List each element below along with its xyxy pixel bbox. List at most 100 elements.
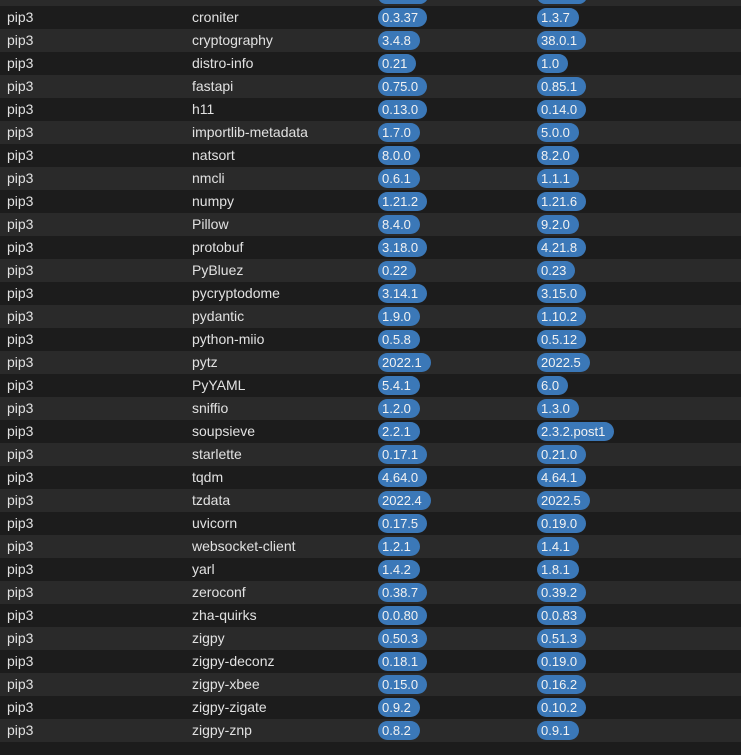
- current-version-badge: 0.38.7: [378, 583, 428, 602]
- current-version-badge: 8.4.0: [378, 215, 420, 234]
- available-version-badge: 1.3.0: [537, 399, 579, 418]
- current-version-badge: 0.15.0: [378, 675, 428, 694]
- package-type: pip3: [7, 515, 34, 531]
- table-row: pip3 Pillow 8.4.0 9.2.0: [0, 213, 741, 236]
- package-name: PyBluez: [192, 262, 244, 278]
- available-version-cell: 0.85.1: [537, 77, 587, 96]
- package-type: pip3: [7, 354, 34, 370]
- available-version-badge: 1.1.1: [537, 169, 579, 188]
- table-row: pip3 PyYAML 5.4.1 6.0: [0, 374, 741, 397]
- available-version-badge: 1.4.1: [537, 537, 579, 556]
- available-version-badge: 2.3.2.post1: [537, 422, 615, 441]
- available-version-badge: 8.2.0: [537, 146, 579, 165]
- current-version-badge: 1.4.2: [378, 560, 420, 579]
- available-version-cell: 1.1.1: [537, 169, 579, 188]
- table-row: pip3 pytz 2022.1 2022.5: [0, 351, 741, 374]
- package-type: pip3: [7, 653, 34, 669]
- available-version-cell: 0.9.1: [537, 721, 579, 740]
- current-version-badge: 0.9.2: [378, 698, 420, 717]
- available-version-badge: 1.21.6: [537, 192, 587, 211]
- table-row: pip3 zigpy-deconz 0.18.1 0.19.0: [0, 650, 741, 673]
- available-version-cell: 0.16.2: [537, 675, 587, 694]
- available-version-cell: 0.19.0: [537, 514, 587, 533]
- current-version-cell: 8.4.0: [378, 215, 420, 234]
- package-name: uvicorn: [192, 515, 238, 531]
- package-update-table: pip3 croniter 0.3.37 1.3.7 pip3 cryptography 3…: [0, 0, 741, 755]
- package-name: pytz: [192, 354, 218, 370]
- table-row: pip3 websocket-client 1.2.1 1.4.1: [0, 535, 741, 558]
- available-version-cell: 2.3.2.post1: [537, 422, 615, 441]
- available-version-badge: 0.23: [537, 261, 576, 280]
- current-version-cell: 1.2.1: [378, 537, 420, 556]
- current-version-badge: 0.17.1: [378, 445, 428, 464]
- available-version-badge: 6.0: [537, 376, 569, 395]
- table-row: pip3 pycryptodome 3.14.1 3.15.0: [0, 282, 741, 305]
- package-name: tzdata: [192, 492, 231, 508]
- current-version-badge: 0.21: [378, 54, 417, 73]
- package-name: croniter: [192, 9, 239, 25]
- table-row: pip3 natsort 8.0.0 8.2.0: [0, 144, 741, 167]
- table-row: pip3 protobuf 3.18.0 4.21.8: [0, 236, 741, 259]
- available-version-cell: 0.19.0: [537, 652, 587, 671]
- current-version-cell: 0.17.1: [378, 445, 428, 464]
- available-version-cell: 1.4.1: [537, 537, 579, 556]
- available-version-cell: 0.5.12: [537, 330, 587, 349]
- current-version-cell: 8.0.0: [378, 146, 420, 165]
- current-version-cell: 2022.4: [378, 491, 431, 510]
- current-version-cell: 0.75.0: [378, 77, 428, 96]
- available-version-badge: 0.39.2: [537, 583, 587, 602]
- package-name: tqdm: [192, 469, 224, 485]
- package-name: PyYAML: [192, 377, 246, 393]
- current-version-cell: 2022.1: [378, 353, 431, 372]
- available-version-badge: 2022.5: [537, 491, 590, 510]
- package-type: pip3: [7, 55, 34, 71]
- package-type: pip3: [7, 308, 34, 324]
- table-row: pip3 yarl 1.4.2 1.8.1: [0, 558, 741, 581]
- available-version-badge: 0.9.1: [537, 721, 579, 740]
- package-name: zigpy-xbee: [192, 676, 260, 692]
- package-type: pip3: [7, 32, 34, 48]
- current-version-cell: 0.5.8: [378, 330, 420, 349]
- available-version-badge: 0.19.0: [537, 514, 587, 533]
- current-version-badge: 0.3.37: [378, 8, 428, 27]
- available-version-cell: 1.3.7: [537, 8, 579, 27]
- table-row: pip3 zigpy-zigate 0.9.2 0.10.2: [0, 696, 741, 719]
- table-row: pip3 numpy 1.21.2 1.21.6: [0, 190, 741, 213]
- current-version-cell: 1.21.2: [378, 192, 428, 211]
- table-row: pip3 cryptography 3.4.8 38.0.1: [0, 29, 741, 52]
- available-version-badge: 1.10.2: [537, 307, 587, 326]
- current-version-cell: 0.50.3: [378, 629, 428, 648]
- available-version-badge: 0.10.2: [537, 698, 587, 717]
- package-type: pip3: [7, 124, 34, 140]
- package-type: pip3: [7, 331, 34, 347]
- table-row: pip3 importlib-metadata 1.7.0 5.0.0: [0, 121, 741, 144]
- table-row: pip3 soupsieve 2.2.1 2.3.2.post1: [0, 420, 741, 443]
- table-row: pip3 zigpy 0.50.3 0.51.3: [0, 627, 741, 650]
- package-name: Pillow: [192, 216, 229, 232]
- package-name: zigpy-deconz: [192, 653, 275, 669]
- table-row: pip3 pydantic 1.9.0 1.10.2: [0, 305, 741, 328]
- table-row: pip3 distro-info 0.21 1.0: [0, 52, 741, 75]
- partial-available-badge: [537, 0, 587, 4]
- package-name: cryptography: [192, 32, 273, 48]
- table-row: pip3 PyBluez 0.22 0.23: [0, 259, 741, 282]
- table-row: pip3 h11 0.13.0 0.14.0: [0, 98, 741, 121]
- available-version-cell: 4.64.1: [537, 468, 587, 487]
- current-version-badge: 1.2.0: [378, 399, 420, 418]
- available-version-cell: 1.0: [537, 54, 569, 73]
- package-type: pip3: [7, 584, 34, 600]
- available-version-cell: 38.0.1: [537, 31, 587, 50]
- available-version-cell: 1.8.1: [537, 560, 579, 579]
- current-version-cell: 3.4.8: [378, 31, 420, 50]
- package-name: soupsieve: [192, 423, 256, 439]
- current-version-cell: 1.2.0: [378, 399, 420, 418]
- current-version-cell: 4.64.0: [378, 468, 428, 487]
- package-name: fastapi: [192, 78, 234, 94]
- package-type: pip3: [7, 78, 34, 94]
- package-name: zeroconf: [192, 584, 246, 600]
- package-name: nmcli: [192, 170, 225, 186]
- current-version-badge: 0.18.1: [378, 652, 428, 671]
- package-type: pip3: [7, 722, 34, 738]
- current-version-cell: 1.7.0: [378, 123, 420, 142]
- current-version-cell: 0.6.1: [378, 169, 420, 188]
